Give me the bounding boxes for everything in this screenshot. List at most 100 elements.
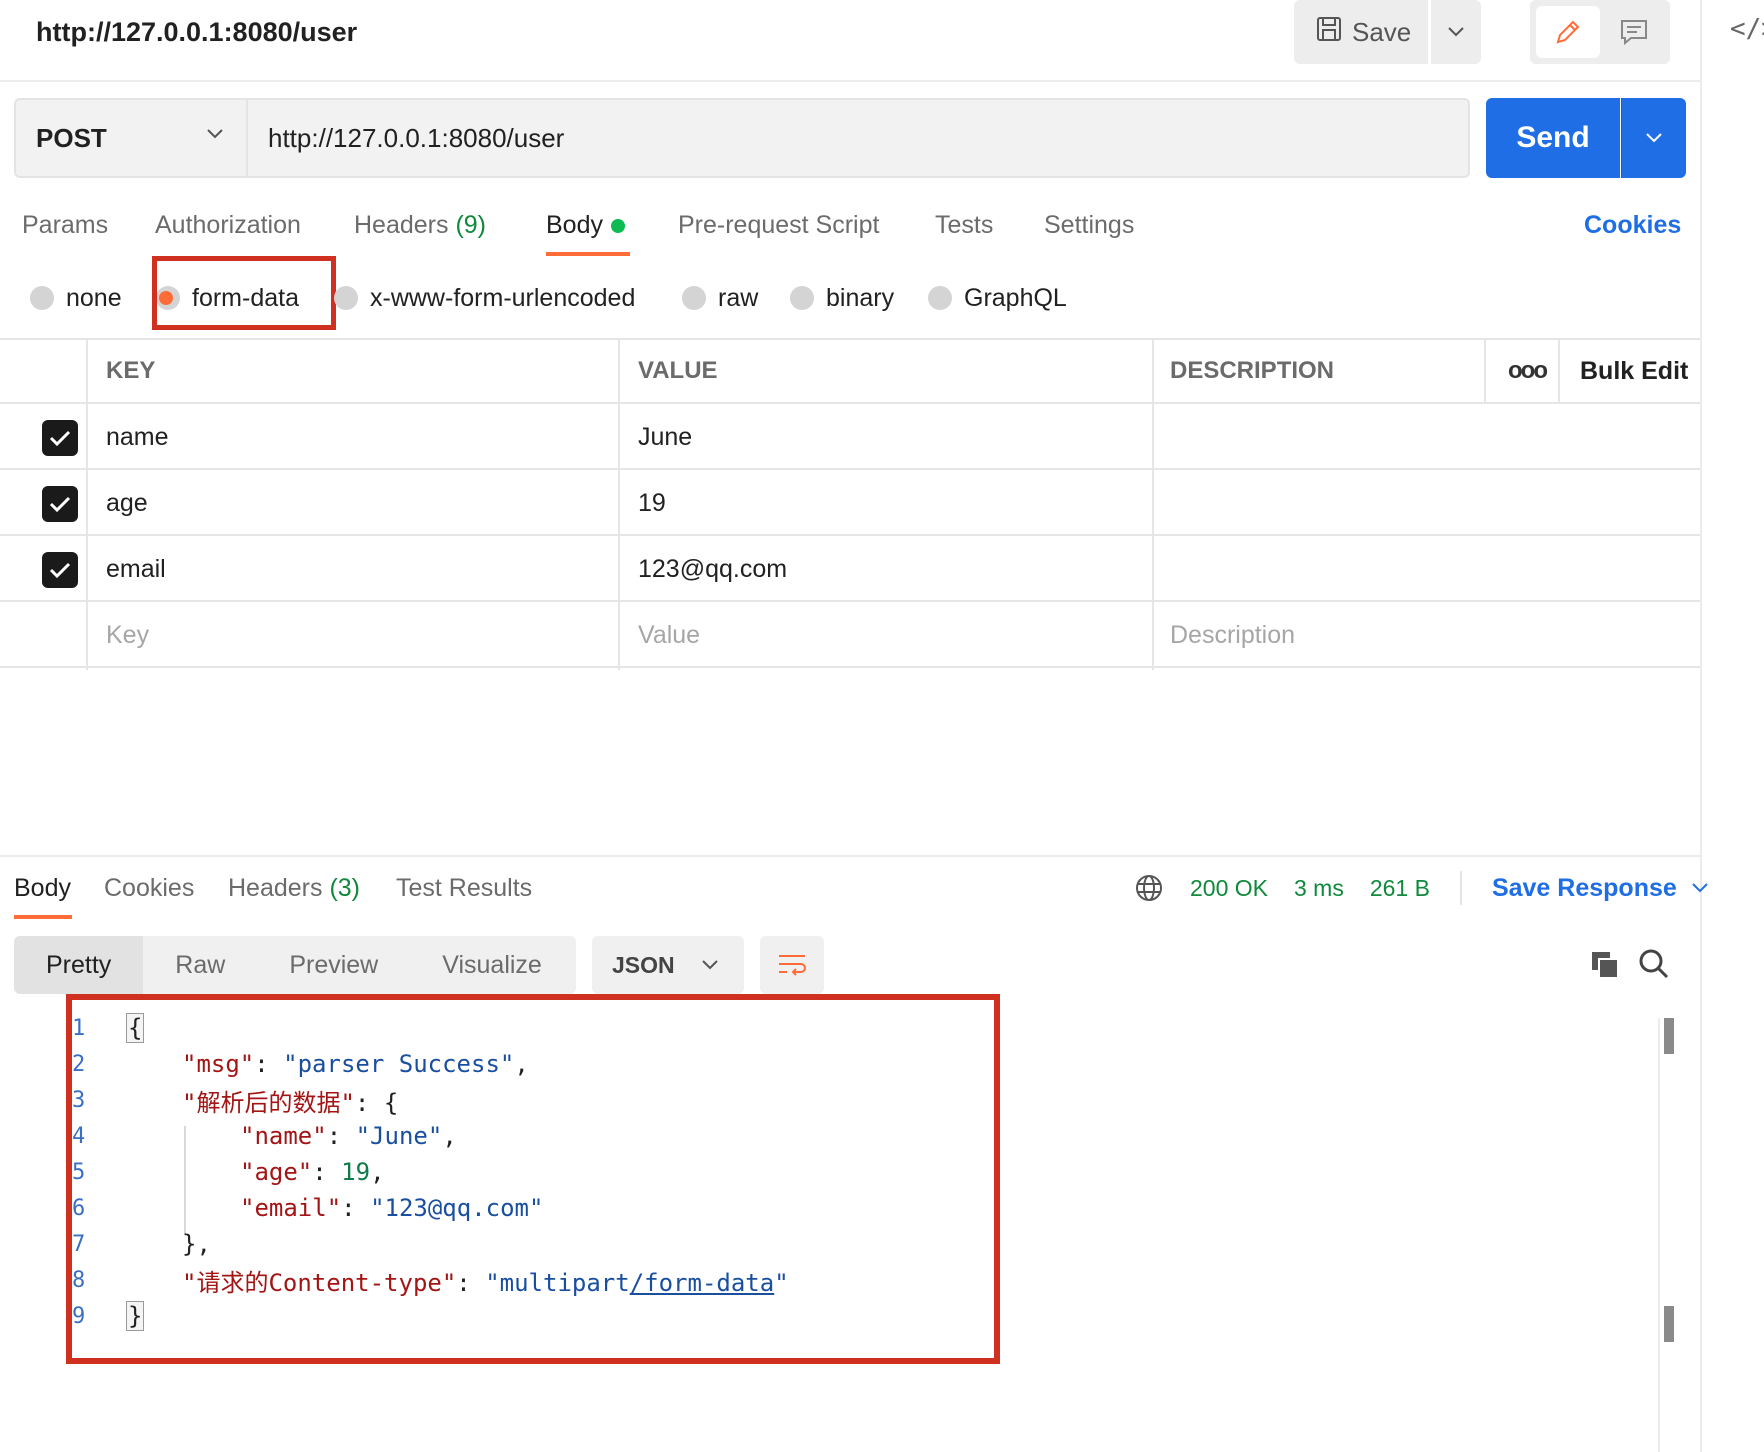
key-input[interactable]: Key	[106, 602, 149, 668]
language-label: JSON	[612, 951, 675, 978]
globe-icon[interactable]	[1134, 873, 1164, 903]
chevron-down-icon	[1692, 883, 1708, 893]
send-button[interactable]: Send	[1486, 98, 1620, 178]
comment-icon	[1621, 20, 1647, 46]
row-value[interactable]: 19	[638, 470, 666, 536]
language-select[interactable]: JSON	[592, 936, 744, 994]
format-tab-pretty[interactable]: Pretty	[14, 936, 144, 994]
right-panel-divider	[1700, 0, 1702, 1452]
column-divider	[1484, 338, 1486, 404]
active-tab-indicator	[546, 252, 630, 256]
edit-mode-button[interactable]	[1536, 6, 1600, 58]
format-tab-visualize[interactable]: Visualize	[410, 936, 574, 994]
save-response-button[interactable]: Save Response	[1492, 874, 1709, 903]
tab-headers[interactable]: Headers (9)	[354, 205, 486, 245]
status-divider	[1459, 871, 1462, 905]
value-input[interactable]: Value	[638, 602, 700, 668]
request-title[interactable]: http://127.0.0.1:8080/user	[36, 12, 357, 52]
tab-authorization[interactable]: Authorization	[155, 205, 301, 245]
wrap-lines-icon	[779, 955, 806, 976]
table-header-row: KEY VALUE DESCRIPTION ooo Bulk Edit	[0, 338, 1700, 404]
radio-binary[interactable]: binary	[790, 278, 894, 318]
active-tab-indicator	[14, 915, 72, 919]
row-checkbox[interactable]	[42, 552, 78, 588]
more-options-icon[interactable]: ooo	[1508, 338, 1548, 404]
format-tabs: Pretty Raw Preview Visualize	[14, 936, 576, 994]
response-tab-headers[interactable]: Headers (3)	[228, 868, 360, 908]
form-data-highlight-box	[152, 256, 336, 330]
chevron-down-icon	[207, 129, 223, 139]
radio-label: binary	[826, 283, 895, 312]
row-checkbox[interactable]	[42, 486, 78, 522]
response-tab-body[interactable]: Body	[14, 868, 71, 908]
tab-headers-label: Headers	[354, 211, 449, 239]
row-key[interactable]: name	[106, 404, 169, 470]
save-button[interactable]: Save	[1294, 0, 1428, 64]
column-divider	[1152, 338, 1154, 670]
chevron-down-icon	[1646, 133, 1662, 143]
save-label: Save	[1352, 16, 1412, 47]
column-divider	[86, 338, 88, 670]
radio-graphql[interactable]: GraphQL	[928, 278, 1067, 318]
tab-settings[interactable]: Settings	[1044, 205, 1134, 245]
method-select[interactable]: POST	[14, 98, 246, 178]
code-snippet-icon[interactable]: </>	[1730, 14, 1764, 44]
pencil-icon	[1556, 20, 1580, 44]
tab-body-label: Body	[546, 211, 603, 239]
radio-x-www-form-urlencoded[interactable]: x-www-form-urlencoded	[334, 278, 635, 318]
table-row: email 123@qq.com	[0, 536, 1700, 602]
pane-divider[interactable]	[0, 855, 1700, 857]
radio-label: none	[66, 283, 122, 312]
radio-label: GraphQL	[964, 283, 1067, 312]
row-value[interactable]: June	[638, 404, 692, 470]
response-size[interactable]: 261 B	[1370, 875, 1430, 902]
row-key[interactable]: email	[106, 536, 166, 602]
body-active-dot	[610, 219, 625, 234]
save-icon	[1316, 16, 1342, 49]
tab-body[interactable]: Body	[546, 205, 625, 245]
tab-params[interactable]: Params	[22, 205, 108, 245]
response-tab-headers-label: Headers	[228, 874, 323, 902]
radio-circle	[334, 286, 358, 310]
response-highlight-box	[66, 994, 1000, 1364]
radio-circle	[928, 286, 952, 310]
tab-prerequest-script[interactable]: Pre-request Script	[678, 205, 879, 245]
comments-button[interactable]	[1604, 6, 1664, 58]
radio-raw[interactable]: raw	[682, 278, 758, 318]
method-label: POST	[36, 122, 107, 153]
save-options-button[interactable]	[1431, 0, 1481, 64]
format-tab-preview[interactable]: Preview	[257, 936, 410, 994]
response-tab-cookies[interactable]: Cookies	[104, 868, 194, 908]
table-row: age 19	[0, 470, 1700, 536]
scrollbar-marker	[1664, 1306, 1674, 1342]
copy-icon[interactable]	[1590, 950, 1620, 985]
row-checkbox[interactable]	[42, 420, 78, 456]
response-tab-test-results[interactable]: Test Results	[396, 868, 532, 908]
row-key[interactable]: age	[106, 470, 148, 536]
url-input[interactable]: http://127.0.0.1:8080/user	[246, 98, 1470, 178]
row-value[interactable]: 123@qq.com	[638, 536, 787, 602]
status-code[interactable]: 200 OK	[1190, 875, 1268, 902]
send-options-button[interactable]	[1621, 98, 1686, 178]
radio-circle	[790, 286, 814, 310]
cookies-link[interactable]: Cookies	[1584, 205, 1681, 245]
radio-circle	[682, 286, 706, 310]
checkmark-icon	[49, 562, 71, 579]
wrap-lines-button[interactable]	[760, 936, 824, 994]
response-status-bar: 200 OK 3 ms 261 B Save Response	[1134, 868, 1709, 908]
column-header-description: DESCRIPTION	[1170, 357, 1335, 384]
radio-circle	[30, 286, 54, 310]
chevron-down-icon	[1448, 27, 1464, 37]
radio-none[interactable]: none	[30, 278, 122, 318]
radio-label: x-www-form-urlencoded	[370, 283, 636, 312]
response-tab-headers-count: (3)	[329, 874, 361, 902]
search-icon[interactable]	[1638, 948, 1670, 985]
scrollbar-track[interactable]	[1658, 1018, 1660, 1452]
response-time[interactable]: 3 ms	[1294, 875, 1344, 902]
format-tab-raw[interactable]: Raw	[143, 936, 257, 994]
tab-tests[interactable]: Tests	[935, 205, 993, 245]
radio-label: raw	[718, 283, 759, 312]
header-divider	[0, 80, 1700, 82]
description-input[interactable]: Description	[1170, 602, 1295, 668]
bulk-edit-button[interactable]: Bulk Edit	[1580, 338, 1688, 404]
